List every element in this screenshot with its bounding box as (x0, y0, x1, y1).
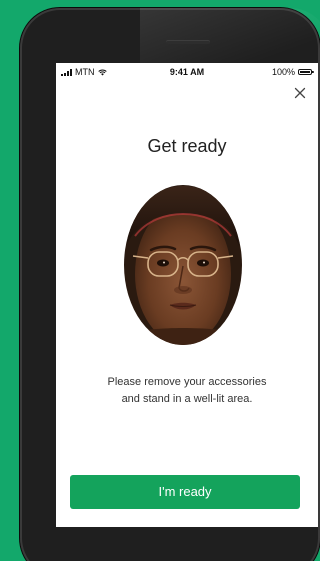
page-title: Get ready (147, 136, 227, 156)
close-icon (294, 87, 306, 99)
face-portrait (124, 185, 242, 345)
earpiece-speaker (166, 40, 210, 44)
battery-percent: 100% (271, 67, 295, 77)
status-right: 100% (271, 67, 314, 77)
app-screen: MTN 9:41 AM 100% Get ready Please remove… (56, 63, 318, 527)
instruction-line-1: Please remove your accessories (107, 376, 267, 388)
ready-button[interactable]: I'm ready (70, 475, 300, 509)
instruction-line-2: and stand in a well-lit area. (121, 393, 253, 405)
close-button[interactable] (292, 85, 308, 101)
instructions-text: Please remove your accessories and stand… (56, 374, 318, 408)
battery-icon (298, 69, 314, 75)
phone-frame: MTN 9:41 AM 100% Get ready Please remove… (20, 8, 320, 561)
status-bar: MTN 9:41 AM 100% (56, 63, 318, 85)
